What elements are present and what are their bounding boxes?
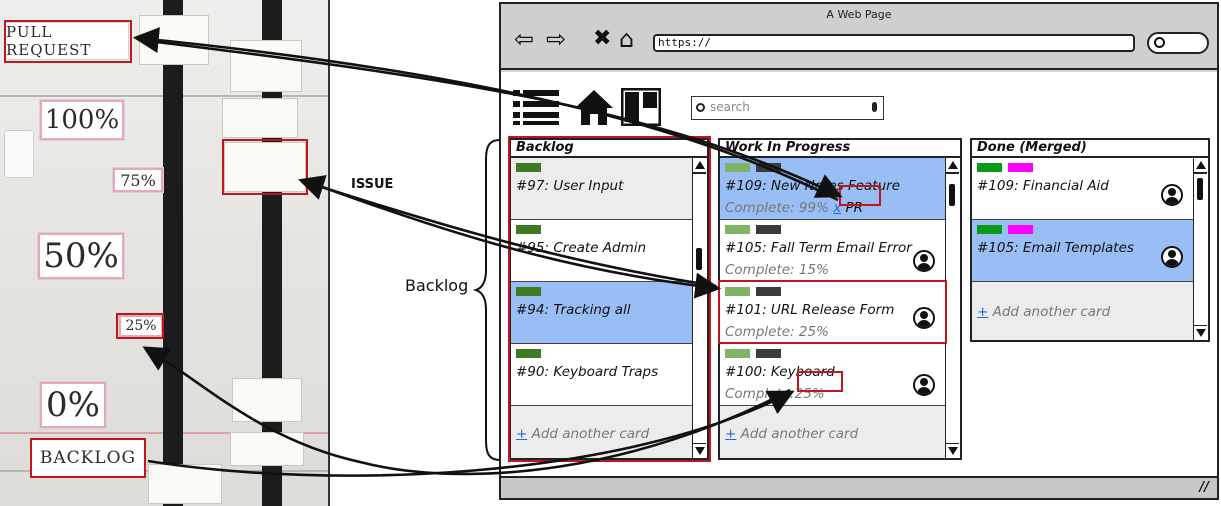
done-column: Done (Merged) #109: Financial Aid #105: … <box>970 138 1210 342</box>
scroll-up-icon[interactable] <box>948 161 958 169</box>
avatar[interactable] <box>1161 246 1183 268</box>
browser-titlebar: A Web Page ⇦ ⇨ ✖ ⌂ https:// <box>501 4 1217 70</box>
back-arrow-icon[interactable]: ⇦ <box>514 26 534 52</box>
scroll-down-icon[interactable] <box>1196 329 1206 337</box>
issue-card-highlight <box>222 139 308 195</box>
label-green <box>977 163 1002 172</box>
physical-board-photo: PULL REQUEST 100% 75% 50% 25% 0% BACKLOG <box>0 0 330 506</box>
percent-25-highlight <box>116 313 164 339</box>
percent-75-sign: 75% <box>113 168 163 192</box>
resize-grip-icon[interactable]: // <box>1200 480 1210 495</box>
label-green <box>977 225 1002 234</box>
column-title-wip: Work In Progress <box>720 140 960 158</box>
search-input[interactable]: search <box>691 96 884 120</box>
label-dark <box>756 349 781 358</box>
status-bar: // <box>501 476 1217 498</box>
card-109[interactable]: #109: New Notes Feature Complete: 99% x … <box>720 158 947 220</box>
column-title-done: Done (Merged) <box>972 140 1208 158</box>
home-icon[interactable] <box>573 88 615 126</box>
sticky-issue-card <box>139 15 209 65</box>
backlog-column-highlight <box>508 136 711 462</box>
list-menu-icon[interactable] <box>513 88 559 126</box>
browser-window: A Web Page ⇦ ⇨ ✖ ⌂ https:// search Backl… <box>499 2 1219 500</box>
browser-search-button[interactable] <box>1147 32 1209 54</box>
sticky-issue-card <box>230 40 302 92</box>
scroll-divider <box>1194 172 1207 174</box>
label-green <box>725 349 750 358</box>
sticky-issue-card <box>222 98 298 138</box>
search-placeholder: search <box>710 100 750 114</box>
pr-highlight <box>839 185 881 206</box>
scroll-divider <box>946 172 959 174</box>
scroll-thumb[interactable] <box>1197 178 1203 200</box>
window-title: A Web Page <box>826 8 892 21</box>
percent-highlight <box>797 371 843 392</box>
backlog-brace <box>472 139 501 461</box>
label-green <box>725 163 750 172</box>
black-tape-column <box>163 0 183 506</box>
scroll-thumb[interactable] <box>949 184 955 206</box>
label-dark <box>756 163 781 172</box>
search-icon <box>1154 37 1165 48</box>
percent-50-sign: 50% <box>38 233 124 279</box>
wip-scrollbar[interactable] <box>945 158 960 458</box>
add-card-button[interactable]: + Add another card <box>972 304 1110 320</box>
board-icon[interactable] <box>621 88 661 126</box>
scroll-up-icon[interactable] <box>1196 161 1206 169</box>
pull-request-highlight <box>4 20 132 63</box>
card-105-done[interactable]: #105: Email Templates <box>972 220 1195 282</box>
scroll-divider <box>946 442 959 444</box>
card-109-done[interactable]: #109: Financial Aid <box>972 158 1195 220</box>
card-title: #105: Fall Term Email Error <box>725 240 912 256</box>
avatar[interactable] <box>913 374 935 396</box>
close-icon[interactable]: ✖ <box>593 26 611 52</box>
label-magenta <box>1008 225 1033 234</box>
sticky-issue-card <box>230 432 304 466</box>
backlog-brace-label: Backlog <box>405 276 469 295</box>
sticky-issue-card <box>148 464 222 504</box>
issue-card-highlight <box>718 280 947 344</box>
label-green <box>725 225 750 234</box>
backlog-highlight <box>30 438 146 478</box>
page-content: search Backlog #97: User Input #95: Crea… <box>501 72 1217 476</box>
microphone-icon[interactable] <box>872 102 877 112</box>
issue-label: ISSUE <box>351 177 394 192</box>
scroll-divider <box>1194 324 1207 326</box>
percent-100-sign: 100% <box>40 100 124 140</box>
card-title: #105: Email Templates <box>977 240 1134 256</box>
home-outline-icon[interactable]: ⌂ <box>619 26 634 52</box>
card-title: #109: Financial Aid <box>977 178 1109 194</box>
label-dark <box>756 225 781 234</box>
avatar[interactable] <box>913 250 935 272</box>
forward-arrow-icon[interactable]: ⇨ <box>546 26 566 52</box>
scroll-down-icon[interactable] <box>948 447 958 455</box>
card-status: Complete: 15% <box>725 262 829 278</box>
search-icon <box>696 103 705 112</box>
avatar[interactable] <box>1161 184 1183 206</box>
done-column-body: #109: Financial Aid #105: Email Template… <box>972 158 1195 340</box>
percent-0-sign: 0% <box>40 382 106 428</box>
card-105[interactable]: #105: Fall Term Email Error Complete: 15… <box>720 220 947 282</box>
url-field[interactable]: https:// <box>653 34 1135 52</box>
label-magenta <box>1008 163 1033 172</box>
wall-thermostat <box>4 130 34 178</box>
sticky-issue-card <box>232 378 302 422</box>
add-card-button[interactable]: + Add another card <box>720 426 858 442</box>
done-scrollbar[interactable] <box>1193 158 1208 340</box>
